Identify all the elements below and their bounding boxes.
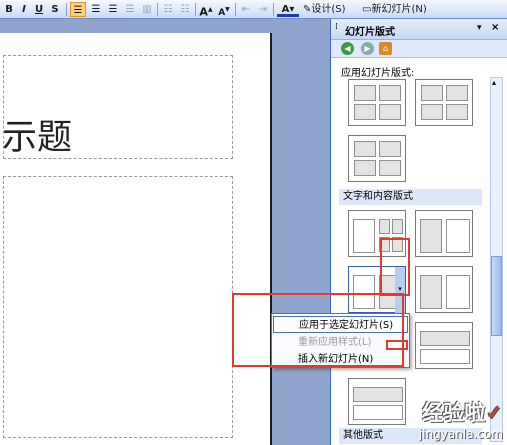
toolbar-separator <box>66 3 67 16</box>
close-icon[interactable]: × <box>491 22 499 33</box>
decrease-font-button[interactable]: A▼ <box>217 2 231 18</box>
pane-dropdown-icon[interactable]: ▾ <box>477 23 482 33</box>
justify-icon[interactable]: ☰ <box>123 2 137 17</box>
italic-button[interactable]: I <box>18 2 30 17</box>
decrease-indent-icon[interactable]: ⇤ <box>239 2 253 17</box>
task-pane-nav: ◀ ▶ ⌂ <box>331 40 507 58</box>
scroll-up-icon[interactable]: ▴ <box>492 78 496 87</box>
layout-thumb[interactable] <box>348 79 406 126</box>
font-color-button[interactable]: A▾ <box>277 2 299 17</box>
toolbar-separator <box>195 3 196 16</box>
back-icon[interactable]: ◀ <box>341 42 354 55</box>
grip-icon: ⁞ <box>335 22 338 32</box>
increase-font-button[interactable]: A▲ <box>199 2 213 19</box>
underline-button[interactable]: U <box>33 2 45 17</box>
new-slide-button[interactable]: ▭新幻灯片(N) <box>362 2 500 17</box>
annotation-box <box>232 293 404 367</box>
pane-scrollbar[interactable]: ▴ <box>490 77 503 442</box>
design-button[interactable]: ✎设计(S) <box>303 2 359 17</box>
layout-thumb[interactable] <box>415 322 473 369</box>
bullets-icon[interactable]: ☷ <box>178 2 192 17</box>
align-right-icon[interactable]: ☰ <box>106 2 120 17</box>
annotation-box <box>386 340 408 350</box>
align-left-icon[interactable]: ☰ <box>70 2 86 17</box>
slide-canvas[interactable]: 示题 <box>0 33 272 445</box>
task-pane-title: 幻灯片版式 <box>345 27 395 38</box>
slide-title[interactable]: 示题 <box>2 109 72 160</box>
apply-layout-label: 应用幻灯片版式: <box>341 68 415 79</box>
annotation-box <box>380 238 410 296</box>
layout-thumb[interactable] <box>348 135 406 182</box>
increase-indent-icon[interactable]: ⇥ <box>256 2 270 17</box>
layout-thumb[interactable] <box>415 266 473 313</box>
align-center-icon[interactable]: ☰ <box>89 2 103 17</box>
forward-icon[interactable]: ▶ <box>361 42 374 55</box>
layout-thumb[interactable] <box>415 79 473 126</box>
numbering-icon[interactable]: ☷ <box>161 2 175 17</box>
section-text-content: 文字和内容版式 <box>339 189 482 205</box>
watermark: 经验啦✓ jingyanla.com <box>418 401 503 441</box>
layout-thumb[interactable] <box>348 378 406 425</box>
scroll-thumb[interactable] <box>491 256 502 336</box>
slide-workspace: 示题 <box>0 19 330 445</box>
distribute-icon[interactable]: ▥ <box>140 2 154 17</box>
bold-button[interactable]: B <box>3 2 15 17</box>
toolbar-separator <box>157 3 158 16</box>
formatting-toolbar: B I U S ☰ ☰ ☰ ☰ ▥ ☷ ☷ A▲ A▼ ⇤ ⇥ A▾ ✎设计(S… <box>0 0 507 19</box>
toolbar-separator <box>273 3 274 16</box>
toolbar-separator <box>235 3 236 16</box>
task-pane: ⁞ 幻灯片版式 ▾ × ◀ ▶ ⌂ 应用幻灯片版式: ▴ 文字和内容版式 ▾ 其… <box>330 19 507 445</box>
task-pane-header: ⁞ 幻灯片版式 ▾ × <box>331 19 507 40</box>
layout-thumb[interactable] <box>415 210 473 257</box>
content-placeholder[interactable] <box>3 176 233 438</box>
home-icon[interactable]: ⌂ <box>379 42 392 55</box>
shadow-button[interactable]: S <box>49 2 61 17</box>
